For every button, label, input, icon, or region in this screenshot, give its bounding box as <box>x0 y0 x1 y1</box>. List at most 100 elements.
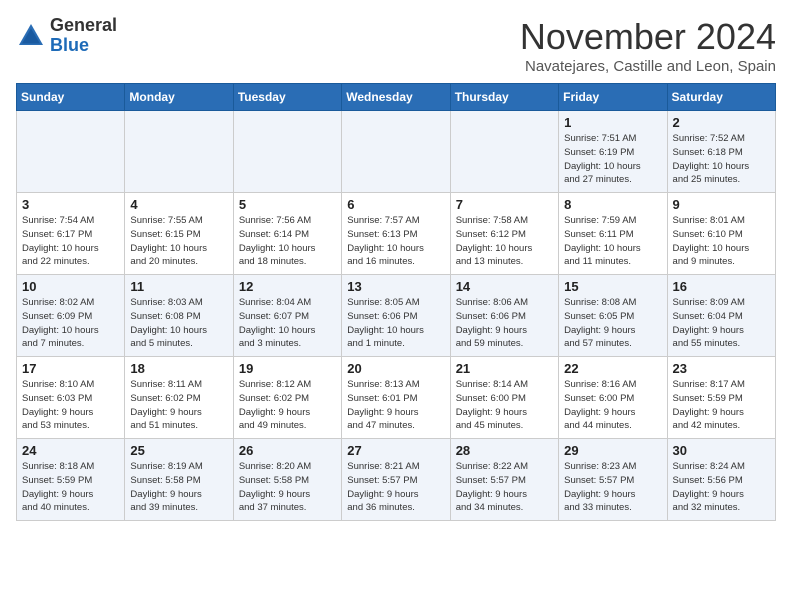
title-block: November 2024 Navatejares, Castille and … <box>520 16 776 75</box>
month-title: November 2024 <box>520 16 776 58</box>
day-info: Sunrise: 8:24 AM Sunset: 5:56 PM Dayligh… <box>673 460 770 515</box>
week-row-1: 1 Sunrise: 7:51 AM Sunset: 6:19 PM Daylig… <box>17 111 776 193</box>
day-info: Sunrise: 8:09 AM Sunset: 6:04 PM Dayligh… <box>673 296 770 351</box>
day-number: 11 <box>130 279 227 294</box>
day-info: Sunrise: 8:21 AM Sunset: 5:57 PM Dayligh… <box>347 460 444 515</box>
day-number: 17 <box>22 361 119 376</box>
day-number: 19 <box>239 361 336 376</box>
day-info: Sunrise: 8:01 AM Sunset: 6:10 PM Dayligh… <box>673 214 770 269</box>
logo-text: General Blue <box>50 16 117 56</box>
day-info: Sunrise: 7:57 AM Sunset: 6:13 PM Dayligh… <box>347 214 444 269</box>
day-cell: 19Sunrise: 8:12 AM Sunset: 6:02 PM Dayli… <box>233 357 341 439</box>
day-info: Sunrise: 8:20 AM Sunset: 5:58 PM Dayligh… <box>239 460 336 515</box>
week-row-4: 17Sunrise: 8:10 AM Sunset: 6:03 PM Dayli… <box>17 357 776 439</box>
day-number: 20 <box>347 361 444 376</box>
day-info: Sunrise: 8:23 AM Sunset: 5:57 PM Dayligh… <box>564 460 661 515</box>
day-cell: 27 Sunrise: 8:21 AM Sunset: 5:57 PM Dayli… <box>342 439 450 521</box>
day-cell: 18Sunrise: 8:11 AM Sunset: 6:02 PM Dayli… <box>125 357 233 439</box>
day-number: 25 <box>130 443 227 458</box>
day-cell: 2Sunrise: 7:52 AM Sunset: 6:18 PM Daylig… <box>667 111 775 193</box>
weekday-header-sunday: Sunday <box>17 84 125 111</box>
day-info: Sunrise: 8:22 AM Sunset: 5:57 PM Dayligh… <box>456 460 553 515</box>
day-info: Sunrise: 7:58 AM Sunset: 6:12 PM Dayligh… <box>456 214 553 269</box>
day-cell <box>17 111 125 193</box>
weekday-header-wednesday: Wednesday <box>342 84 450 111</box>
day-info: Sunrise: 8:16 AM Sunset: 6:00 PM Dayligh… <box>564 378 661 433</box>
day-info: Sunrise: 8:02 AM Sunset: 6:09 PM Dayligh… <box>22 296 119 351</box>
day-info: Sunrise: 8:17 AM Sunset: 5:59 PM Dayligh… <box>673 378 770 433</box>
location-subtitle: Navatejares, Castille and Leon, Spain <box>520 58 776 75</box>
day-number: 3 <box>22 197 119 212</box>
week-row-5: 24 Sunrise: 8:18 AM Sunset: 5:59 PM Dayli… <box>17 439 776 521</box>
day-cell: 16 Sunrise: 8:09 AM Sunset: 6:04 PM Dayli… <box>667 275 775 357</box>
day-cell <box>125 111 233 193</box>
day-number: 2 <box>673 115 770 130</box>
day-number: 12 <box>239 279 336 294</box>
day-number: 29 <box>564 443 661 458</box>
weekday-header-saturday: Saturday <box>667 84 775 111</box>
day-number: 1 <box>564 115 661 130</box>
day-number: 23 <box>673 361 770 376</box>
day-cell: 25 Sunrise: 8:19 AM Sunset: 5:58 PM Dayli… <box>125 439 233 521</box>
day-info: Sunrise: 8:06 AM Sunset: 6:06 PM Dayligh… <box>456 296 553 351</box>
day-info: Sunrise: 8:19 AM Sunset: 5:58 PM Dayligh… <box>130 460 227 515</box>
day-cell: 10 Sunrise: 8:02 AM Sunset: 6:09 PM Dayli… <box>17 275 125 357</box>
day-cell: 28 Sunrise: 8:22 AM Sunset: 5:57 PM Dayli… <box>450 439 558 521</box>
calendar-table: SundayMondayTuesdayWednesdayThursdayFrid… <box>16 83 776 521</box>
day-number: 14 <box>456 279 553 294</box>
day-cell: 17Sunrise: 8:10 AM Sunset: 6:03 PM Dayli… <box>17 357 125 439</box>
logo-icon <box>16 21 46 51</box>
day-cell: 11Sunrise: 8:03 AM Sunset: 6:08 PM Dayli… <box>125 275 233 357</box>
day-cell: 6Sunrise: 7:57 AM Sunset: 6:13 PM Daylig… <box>342 193 450 275</box>
day-number: 7 <box>456 197 553 212</box>
day-number: 8 <box>564 197 661 212</box>
day-cell: 12 Sunrise: 8:04 AM Sunset: 6:07 PM Dayli… <box>233 275 341 357</box>
page-header: General Blue November 2024 Navatejares, … <box>16 16 776 75</box>
day-cell <box>233 111 341 193</box>
day-number: 30 <box>673 443 770 458</box>
day-info: Sunrise: 8:18 AM Sunset: 5:59 PM Dayligh… <box>22 460 119 515</box>
logo: General Blue <box>16 16 117 56</box>
day-info: Sunrise: 7:56 AM Sunset: 6:14 PM Dayligh… <box>239 214 336 269</box>
day-info: Sunrise: 8:08 AM Sunset: 6:05 PM Dayligh… <box>564 296 661 351</box>
day-number: 9 <box>673 197 770 212</box>
day-info: Sunrise: 7:51 AM Sunset: 6:19 PM Dayligh… <box>564 132 661 187</box>
day-cell: 22 Sunrise: 8:16 AM Sunset: 6:00 PM Dayli… <box>559 357 667 439</box>
day-cell: 14 Sunrise: 8:06 AM Sunset: 6:06 PM Dayli… <box>450 275 558 357</box>
day-cell: 30 Sunrise: 8:24 AM Sunset: 5:56 PM Dayli… <box>667 439 775 521</box>
day-number: 4 <box>130 197 227 212</box>
day-cell: 1 Sunrise: 7:51 AM Sunset: 6:19 PM Daylig… <box>559 111 667 193</box>
day-cell: 4 Sunrise: 7:55 AM Sunset: 6:15 PM Daylig… <box>125 193 233 275</box>
day-number: 13 <box>347 279 444 294</box>
day-cell <box>342 111 450 193</box>
week-row-2: 3Sunrise: 7:54 AM Sunset: 6:17 PM Daylig… <box>17 193 776 275</box>
day-info: Sunrise: 8:13 AM Sunset: 6:01 PM Dayligh… <box>347 378 444 433</box>
day-info: Sunrise: 8:14 AM Sunset: 6:00 PM Dayligh… <box>456 378 553 433</box>
weekday-header-friday: Friday <box>559 84 667 111</box>
day-number: 15 <box>564 279 661 294</box>
weekday-header-row: SundayMondayTuesdayWednesdayThursdayFrid… <box>17 84 776 111</box>
day-number: 28 <box>456 443 553 458</box>
day-info: Sunrise: 7:59 AM Sunset: 6:11 PM Dayligh… <box>564 214 661 269</box>
day-info: Sunrise: 7:55 AM Sunset: 6:15 PM Dayligh… <box>130 214 227 269</box>
day-cell: 24 Sunrise: 8:18 AM Sunset: 5:59 PM Dayli… <box>17 439 125 521</box>
day-number: 27 <box>347 443 444 458</box>
day-cell: 8 Sunrise: 7:59 AM Sunset: 6:11 PM Daylig… <box>559 193 667 275</box>
day-cell: 5Sunrise: 7:56 AM Sunset: 6:14 PM Daylig… <box>233 193 341 275</box>
day-cell: 7 Sunrise: 7:58 AM Sunset: 6:12 PM Daylig… <box>450 193 558 275</box>
day-number: 16 <box>673 279 770 294</box>
day-info: Sunrise: 8:04 AM Sunset: 6:07 PM Dayligh… <box>239 296 336 351</box>
day-cell: 9 Sunrise: 8:01 AM Sunset: 6:10 PM Daylig… <box>667 193 775 275</box>
day-cell <box>450 111 558 193</box>
day-cell: 29 Sunrise: 8:23 AM Sunset: 5:57 PM Dayli… <box>559 439 667 521</box>
day-cell: 26 Sunrise: 8:20 AM Sunset: 5:58 PM Dayli… <box>233 439 341 521</box>
day-cell: 15 Sunrise: 8:08 AM Sunset: 6:05 PM Dayli… <box>559 275 667 357</box>
day-info: Sunrise: 8:11 AM Sunset: 6:02 PM Dayligh… <box>130 378 227 433</box>
day-number: 26 <box>239 443 336 458</box>
day-number: 22 <box>564 361 661 376</box>
day-number: 10 <box>22 279 119 294</box>
day-number: 24 <box>22 443 119 458</box>
day-info: Sunrise: 8:05 AM Sunset: 6:06 PM Dayligh… <box>347 296 444 351</box>
week-row-3: 10 Sunrise: 8:02 AM Sunset: 6:09 PM Dayli… <box>17 275 776 357</box>
weekday-header-monday: Monday <box>125 84 233 111</box>
